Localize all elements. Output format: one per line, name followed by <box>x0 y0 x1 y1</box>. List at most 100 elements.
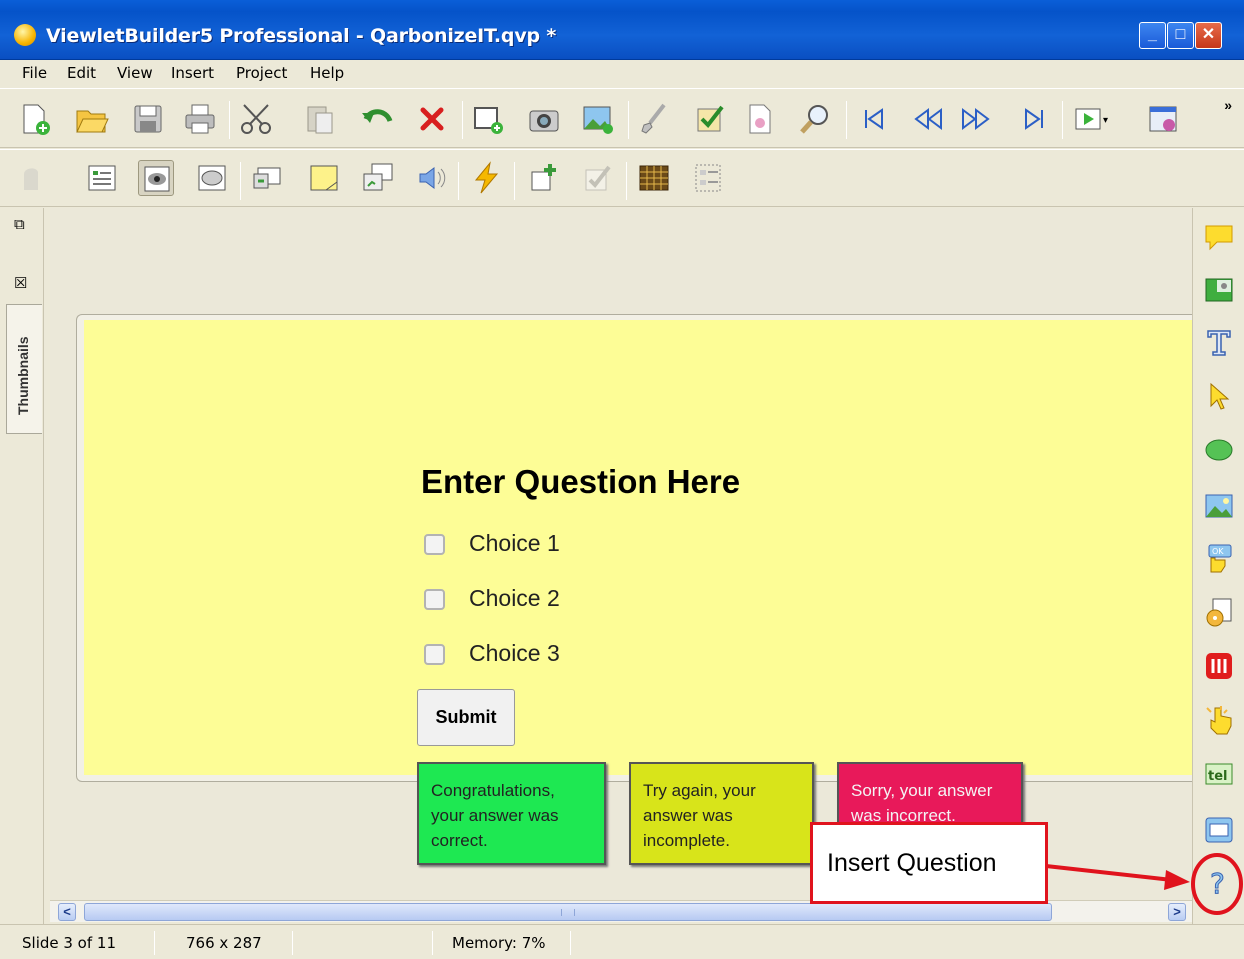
rewind-icon[interactable] <box>910 101 946 137</box>
open-icon[interactable] <box>74 101 110 137</box>
toolbar-separator <box>240 162 241 200</box>
choice-checkbox[interactable] <box>424 589 445 610</box>
pointer-icon[interactable] <box>1203 380 1235 412</box>
restore-panel-icon[interactable]: ⧉ <box>14 216 25 233</box>
forward-icon[interactable] <box>958 101 994 137</box>
zoom-icon[interactable] <box>798 101 834 137</box>
annotation-label: Insert Question <box>827 849 997 877</box>
scroll-grip <box>561 909 575 916</box>
speech-bubble-icon[interactable] <box>1203 222 1235 254</box>
app-logo-icon <box>14 24 36 46</box>
capture-icon[interactable] <box>526 101 562 137</box>
toolbar-separator <box>514 162 515 200</box>
import-image-icon[interactable] <box>580 101 616 137</box>
click-zone-icon[interactable] <box>1203 704 1235 736</box>
question-icon[interactable]: ? <box>1203 866 1235 901</box>
menu-insert[interactable]: Insert <box>171 64 214 82</box>
flash-object-icon[interactable] <box>1203 650 1235 682</box>
oval-icon[interactable] <box>194 160 230 196</box>
choice-checkbox[interactable] <box>424 644 445 665</box>
status-bar: Slide 3 of 11 766 x 287 Memory: 7% <box>0 924 1244 959</box>
media-icon[interactable] <box>1203 596 1235 628</box>
status-separator <box>154 931 155 955</box>
svg-text:OK: OK <box>1212 547 1224 556</box>
thumbnails-panel: ⧉ ☒ Thumbnails <box>0 208 44 924</box>
image-box-icon[interactable] <box>1203 274 1235 306</box>
callout-icon[interactable] <box>250 160 286 196</box>
toolbar-separator <box>846 101 847 139</box>
svg-text:?: ? <box>1210 867 1225 898</box>
feedback-incomplete-box[interactable]: Try again, your answer was incomplete. <box>629 762 814 865</box>
button-icon[interactable]: OK <box>1203 542 1235 574</box>
toolbar-separator <box>628 101 629 139</box>
svg-text:▾: ▾ <box>1103 115 1108 126</box>
check-disabled-icon[interactable] <box>580 160 616 196</box>
question-title[interactable]: Enter Question Here <box>421 463 740 501</box>
menu-help[interactable]: Help <box>310 64 344 82</box>
cut-icon[interactable] <box>238 101 274 137</box>
scroll-right-button[interactable]: > <box>1168 903 1186 921</box>
document-icon[interactable] <box>742 101 778 137</box>
toolbar-overflow-chevron[interactable]: » <box>1224 97 1232 113</box>
text-icon[interactable] <box>1203 326 1235 358</box>
paste-icon[interactable] <box>302 101 338 137</box>
menu-bar: File Edit View Insert Project Help <box>0 60 1244 86</box>
submit-button[interactable]: Submit <box>417 689 515 746</box>
pan-icon[interactable] <box>14 160 50 196</box>
object-toolbar <box>0 149 1244 207</box>
grid-icon[interactable] <box>636 160 672 196</box>
close-panel-icon[interactable]: ☒ <box>14 274 27 292</box>
main-toolbar: ▾ » <box>0 88 1244 148</box>
toolbar-separator <box>1062 101 1063 139</box>
choice-checkbox[interactable] <box>424 534 445 555</box>
properties-icon[interactable] <box>84 160 120 196</box>
delete-icon[interactable] <box>414 101 450 137</box>
menu-project[interactable]: Project <box>236 64 287 82</box>
new-project-icon[interactable] <box>16 101 52 137</box>
choice-label: Choice 3 <box>469 640 560 666</box>
last-slide-icon[interactable] <box>1016 101 1052 137</box>
title-bar: ViewletBuilder5 Professional - Qarbonize… <box>0 0 1244 60</box>
menu-edit[interactable]: Edit <box>67 64 96 82</box>
choice-label: Choice 1 <box>469 530 560 556</box>
feedback-correct-box[interactable]: Congratulations, your answer was correct… <box>417 762 606 865</box>
slide[interactable]: Enter Question Here Choice 1 Choice 2 Ch… <box>84 320 1192 865</box>
undo-icon[interactable] <box>360 101 396 137</box>
tab-thumbnails-label: Thumbnails <box>15 336 31 415</box>
text-entry-icon[interactable]: tel <box>1203 758 1235 790</box>
minimize-button[interactable]: _ <box>1139 22 1166 49</box>
sound-icon[interactable] <box>414 160 450 196</box>
publish-icon[interactable] <box>1146 101 1182 137</box>
scroll-left-button[interactable]: < <box>58 903 76 921</box>
scroll-thumb[interactable] <box>84 903 1052 921</box>
check-icon[interactable] <box>692 101 728 137</box>
menu-file[interactable]: File <box>22 64 47 82</box>
status-slide: Slide 3 of 11 <box>22 934 116 952</box>
choice-label: Choice 2 <box>469 585 560 611</box>
toolbar-separator <box>229 101 230 139</box>
first-slide-icon[interactable] <box>856 101 892 137</box>
print-icon[interactable] <box>182 101 218 137</box>
add-object-icon[interactable] <box>526 160 562 196</box>
maximize-button[interactable]: □ <box>1167 22 1194 49</box>
brush-icon[interactable] <box>636 101 672 137</box>
flash-icon[interactable] <box>468 160 504 196</box>
close-button[interactable]: ✕ <box>1195 22 1222 49</box>
toolbar-separator <box>458 162 459 200</box>
eye-icon[interactable] <box>138 160 174 196</box>
play-icon[interactable]: ▾ <box>1072 101 1108 137</box>
status-separator <box>432 931 433 955</box>
note-icon[interactable] <box>306 160 342 196</box>
layout-icon[interactable] <box>690 160 726 196</box>
shape-icon[interactable] <box>1203 434 1235 466</box>
window-object-icon[interactable] <box>1203 814 1235 846</box>
tab-thumbnails[interactable]: Thumbnails <box>6 304 42 434</box>
picture-icon[interactable] <box>1203 490 1235 522</box>
status-memory: Memory: 7% <box>452 934 546 952</box>
menu-view[interactable]: View <box>117 64 153 82</box>
slide-canvas[interactable]: Enter Question Here Choice 1 Choice 2 Ch… <box>50 208 1192 900</box>
annotation-callout: Insert Question <box>810 822 1048 904</box>
window-icon[interactable] <box>360 160 396 196</box>
add-slide-icon[interactable] <box>470 101 506 137</box>
save-icon[interactable] <box>130 101 166 137</box>
